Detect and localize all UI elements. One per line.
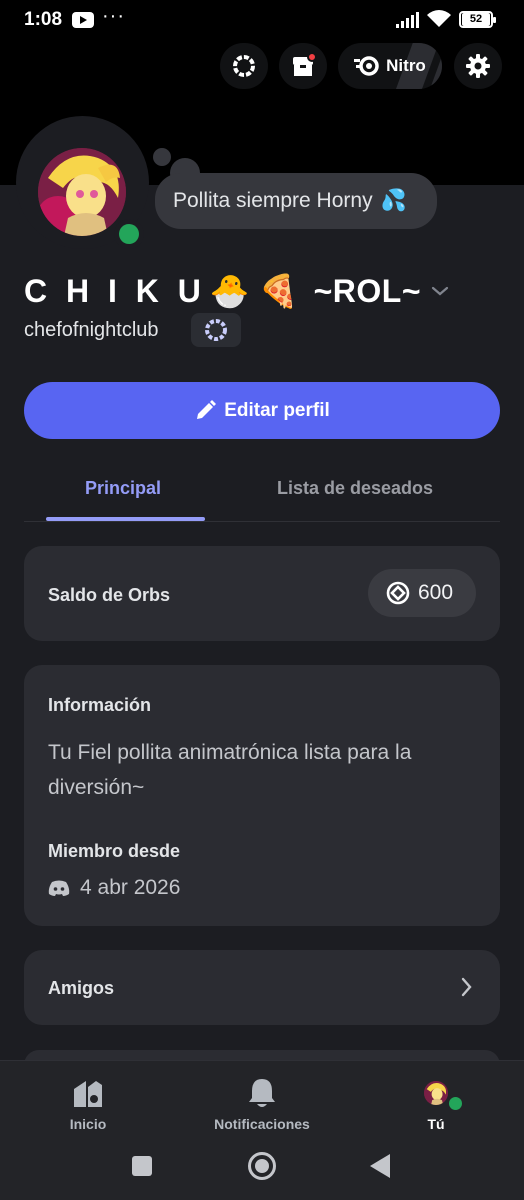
member-since-date: 4 abr 2026 <box>80 876 181 899</box>
tab-principal[interactable]: Principal <box>85 478 161 499</box>
username: chefofnightclub <box>24 319 159 341</box>
battery-level: 52 <box>462 13 490 26</box>
quest-badge[interactable] <box>191 313 241 347</box>
orb-icon <box>386 581 410 605</box>
home-icon <box>74 1081 102 1107</box>
nitro-label: Nitro <box>386 56 426 75</box>
nitro-icon <box>354 56 379 76</box>
tab-wishlist[interactable]: Lista de deseados <box>277 478 433 499</box>
friends-label: Amigos <box>48 978 115 998</box>
orbs-balance-card[interactable]: Saldo de Orbs 600 <box>24 546 500 641</box>
nav-notifications-label: Notificaciones <box>214 1116 310 1132</box>
youtube-notification-icon <box>72 12 94 28</box>
back-button[interactable] <box>370 1154 390 1178</box>
battery-icon: 52 <box>459 11 496 28</box>
recents-button[interactable] <box>132 1156 152 1176</box>
orbs-balance-label: Saldo de Orbs <box>48 585 171 605</box>
orbs-balance-value: 600 <box>418 581 454 604</box>
nav-you-label: Tú <box>427 1116 445 1132</box>
thought-bubble-dot <box>153 148 171 166</box>
info-title: Información <box>48 695 152 715</box>
nav-home[interactable]: Inicio <box>52 1076 124 1132</box>
chevron-down-icon[interactable] <box>431 285 449 297</box>
display-name-suffix: ~ROL~ <box>313 272 421 309</box>
orbs-balance-pill[interactable]: 600 <box>368 569 476 617</box>
more-notifications-indicator: ··· <box>102 5 125 27</box>
wifi-icon <box>427 10 451 27</box>
avatar-image <box>38 148 126 236</box>
nav-online-status <box>446 1094 465 1113</box>
member-since-title: Miembro desde <box>48 841 181 861</box>
system-navigation-bar <box>0 1140 524 1200</box>
hatching-chick-emoji: 🐣 <box>209 273 255 309</box>
nitro-button[interactable]: Nitro <box>338 43 442 89</box>
custom-status-bubble[interactable]: Pollita siempre Horny 💦 <box>155 173 437 229</box>
pizza-emoji: 🍕 <box>258 273 304 309</box>
signal-icon <box>396 12 419 28</box>
custom-status-text: Pollita siempre Horny <box>173 189 373 212</box>
quests-wreath-icon <box>233 55 255 77</box>
shop-button[interactable] <box>279 43 327 89</box>
online-status-indicator <box>114 219 144 249</box>
nav-notifications[interactable]: Notificaciones <box>206 1076 318 1132</box>
member-since-row: 4 abr 2026 <box>48 876 180 900</box>
bell-icon <box>249 1079 275 1107</box>
status-time: 1:08 <box>24 9 63 30</box>
friends-row[interactable]: Amigos <box>24 950 500 1025</box>
discord-logo-icon <box>48 880 70 896</box>
chevron-right-icon <box>461 977 472 997</box>
nav-home-label: Inicio <box>69 1116 107 1132</box>
settings-button[interactable] <box>454 43 502 89</box>
wreath-badge-icon <box>205 319 227 341</box>
avatar[interactable] <box>38 148 126 236</box>
info-card: Información Tu Fiel pollita animatrónica… <box>24 665 500 926</box>
sweat-droplets-emoji: 💦 <box>380 189 407 212</box>
pencil-icon <box>197 399 217 419</box>
status-bar: 1:08 ··· 52 <box>0 0 524 40</box>
bio-text: Tu Fiel pollita animatrónica lista para … <box>48 741 412 799</box>
gear-icon <box>466 54 490 78</box>
tabs-divider <box>24 521 500 522</box>
display-name[interactable]: C H I K U 🐣 🍕 ~ROL~ <box>24 272 449 310</box>
nav-you[interactable]: Tú <box>406 1076 466 1132</box>
nav-avatar <box>424 1081 448 1105</box>
quests-button[interactable] <box>220 43 268 89</box>
shop-notification-dot <box>307 52 317 62</box>
edit-profile-label: Editar perfil <box>224 399 330 421</box>
edit-profile-button[interactable]: Editar perfil <box>24 382 500 439</box>
home-button[interactable] <box>248 1152 276 1180</box>
display-name-text: C H I K U <box>24 272 206 309</box>
